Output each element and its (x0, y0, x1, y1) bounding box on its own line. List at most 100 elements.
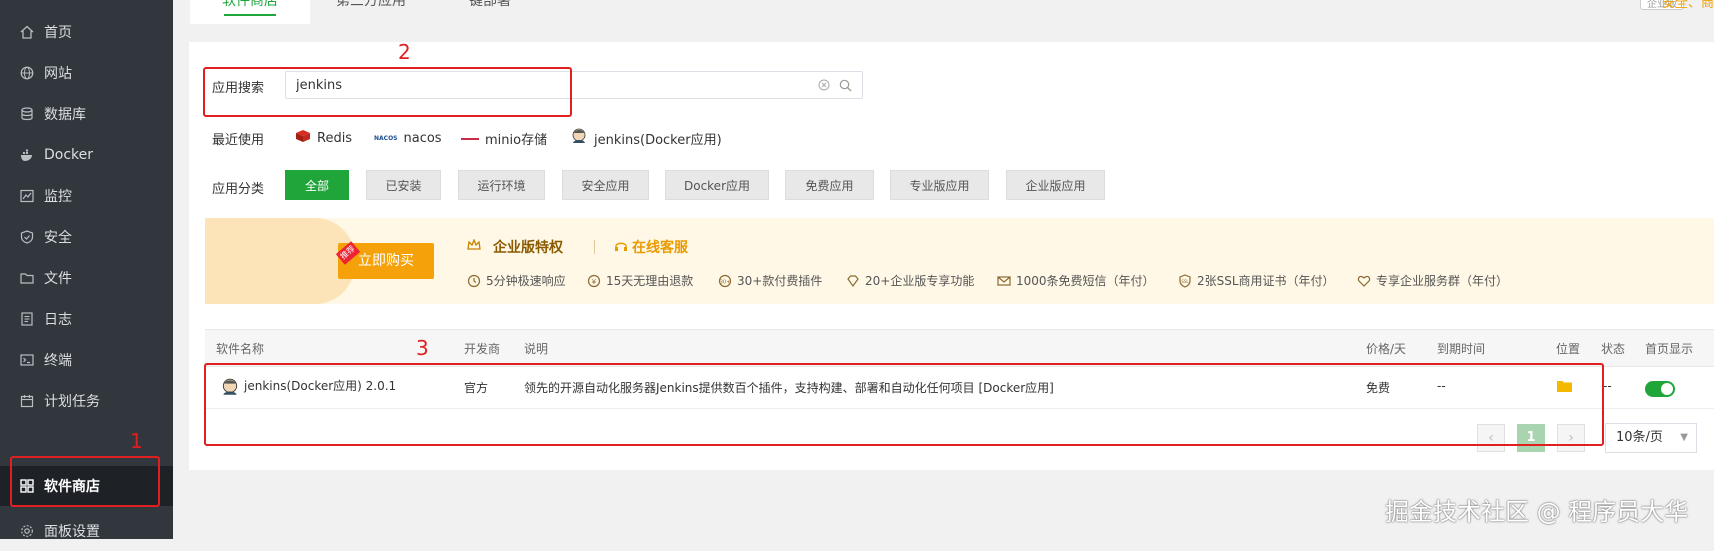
sidebar-item-logs[interactable]: 日志 (0, 299, 173, 339)
category-enterprise[interactable]: 企业版应用 (1006, 170, 1105, 200)
page-size-select[interactable]: 10条/页 ▼ (1605, 423, 1697, 453)
column-header: 开发商 (464, 342, 501, 356)
tab-third-party[interactable]: 第三方应用 (311, 0, 431, 24)
folder-icon (20, 271, 34, 285)
sidebar-item-terminal[interactable]: 终端 (0, 340, 173, 380)
category-runtime[interactable]: 运行环境 (458, 170, 545, 200)
tab-label: 一键部署 (455, 0, 511, 9)
recent-item-label: jenkins(Docker应用) (594, 132, 722, 148)
sidebar-item-label: 安全 (44, 230, 72, 246)
feature-item: 5分钟极速响应 (467, 272, 566, 289)
annotation-number-2: 2 (398, 40, 411, 64)
annotation-number-1: 1 (130, 429, 143, 453)
online-service-link[interactable]: 在线客服 (632, 237, 688, 257)
category-free[interactable]: 免费应用 (785, 170, 874, 200)
recent-label: 最近使用 (212, 133, 265, 148)
feature-label: 30+款付费插件 (737, 274, 823, 288)
sidebar-item-label: 日志 (44, 312, 72, 328)
feature-label: 2张SSL商用证书（年付） (1197, 274, 1335, 288)
mail-icon (997, 274, 1011, 288)
feature-item: ¥ 15天无理由退款 (587, 272, 693, 289)
sidebar-item-website[interactable]: 网站 (0, 53, 173, 93)
column-header: 首页显示 (1645, 342, 1694, 356)
home-display-toggle[interactable] (1645, 381, 1675, 397)
promo-separator (594, 240, 595, 254)
promo-title: 企业版特权 (493, 240, 563, 256)
sidebar-item-label: 网站 (44, 66, 72, 82)
active-tab-indicator (224, 14, 276, 16)
feature-item: 专享企业服务群（年付） (1357, 272, 1508, 289)
search-icon[interactable] (839, 79, 852, 92)
top-tab-bar: 软件商店 第三方应用 一键部署 企业版 安全、商 (173, 0, 1714, 26)
sidebar-item-files[interactable]: 文件 (0, 258, 173, 298)
sidebar-item-monitor[interactable]: 监控 (0, 176, 173, 216)
recent-item-nacos[interactable]: NACOS nacos (374, 129, 442, 147)
docker-icon (20, 148, 34, 162)
clear-icon[interactable] (818, 79, 830, 91)
nacos-icon: NACOS (374, 134, 398, 142)
column-header: 价格/天 (1366, 342, 1407, 356)
shield-icon (20, 230, 34, 244)
globe-icon (20, 66, 34, 80)
monitor-icon (20, 189, 34, 203)
feature-label: 5分钟极速响应 (486, 274, 566, 288)
sidebar-item-security[interactable]: 安全 (0, 217, 173, 257)
category-pro[interactable]: 专业版应用 (890, 170, 989, 200)
headset-icon (614, 239, 628, 257)
annotation-box-2 (203, 67, 572, 117)
column-header: 位置 (1556, 342, 1581, 356)
log-icon (20, 312, 34, 326)
feature-item: SSL 2张SSL商用证书（年付） (1178, 272, 1335, 289)
crown-icon (467, 238, 481, 255)
jenkins-icon (570, 127, 588, 149)
recent-item-label: minio存储 (485, 132, 548, 148)
sidebar-item-label: 终端 (44, 353, 72, 369)
diamond-icon (846, 274, 860, 288)
category-all[interactable]: 全部 (285, 170, 349, 200)
edition-text: 安全、商 (1661, 0, 1714, 11)
recent-item-redis[interactable]: Redis (295, 129, 352, 147)
sidebar-item-database[interactable]: 数据库 (0, 94, 173, 134)
page-size-value: 10条/页 (1616, 430, 1663, 445)
gear-icon (20, 524, 34, 538)
column-header: 状态 (1601, 342, 1626, 356)
feature-item: 30+ 30+款付费插件 (718, 272, 822, 289)
heart-icon (1357, 274, 1371, 288)
category-docker[interactable]: Docker应用 (665, 170, 769, 200)
feature-item: 1000条免费短信（年付） (997, 272, 1155, 289)
plugin-icon: 30+ (718, 274, 732, 288)
sidebar-item-cron[interactable]: 计划任务 (0, 381, 173, 421)
category-security[interactable]: 安全应用 (562, 170, 649, 200)
sidebar-item-home[interactable]: 首页 (0, 12, 173, 52)
column-header: 软件名称 (216, 342, 265, 356)
sidebar-item-docker[interactable]: Docker (0, 135, 173, 175)
redis-icon (295, 129, 311, 147)
tab-one-click-deploy[interactable]: 一键部署 (423, 0, 543, 24)
watermark: 掘金技术社区 @ 程序员大华 (1385, 498, 1689, 526)
app-status: -- (1603, 379, 1612, 393)
svg-text:¥: ¥ (592, 278, 597, 286)
sidebar-item-label: 监控 (44, 189, 72, 205)
feature-label: 专享企业服务群（年付） (1376, 274, 1509, 288)
tab-app-store[interactable]: 软件商店 (190, 0, 310, 24)
recent-item-minio[interactable]: minio存储 (461, 129, 548, 148)
category-installed[interactable]: 已安装 (366, 170, 441, 200)
calendar-icon (20, 394, 34, 408)
sidebar-item-panel-settings[interactable]: 面板设置 (0, 511, 173, 551)
svg-text:30+: 30+ (720, 279, 731, 285)
terminal-icon (20, 353, 34, 367)
sidebar-item-label: 首页 (44, 25, 72, 41)
home-icon (20, 25, 34, 39)
table-header: 软件名称 开发商 说明 价格/天 到期时间 位置 状态 首页显示 (205, 329, 1714, 367)
recent-item-jenkins[interactable]: jenkins(Docker应用) (570, 127, 722, 149)
annotation-box-1 (10, 456, 160, 507)
feature-label: 15天无理由退款 (606, 274, 694, 288)
tab-label: 第三方应用 (336, 0, 406, 9)
recent-item-label: Redis (317, 130, 353, 146)
database-icon (20, 107, 34, 121)
annotation-number-3: 3 (416, 336, 429, 360)
sidebar-item-label: 数据库 (44, 107, 86, 123)
column-header: 到期时间 (1437, 342, 1486, 356)
recent-item-label: nacos (403, 130, 442, 146)
svg-text:SSL: SSL (1181, 279, 1189, 284)
